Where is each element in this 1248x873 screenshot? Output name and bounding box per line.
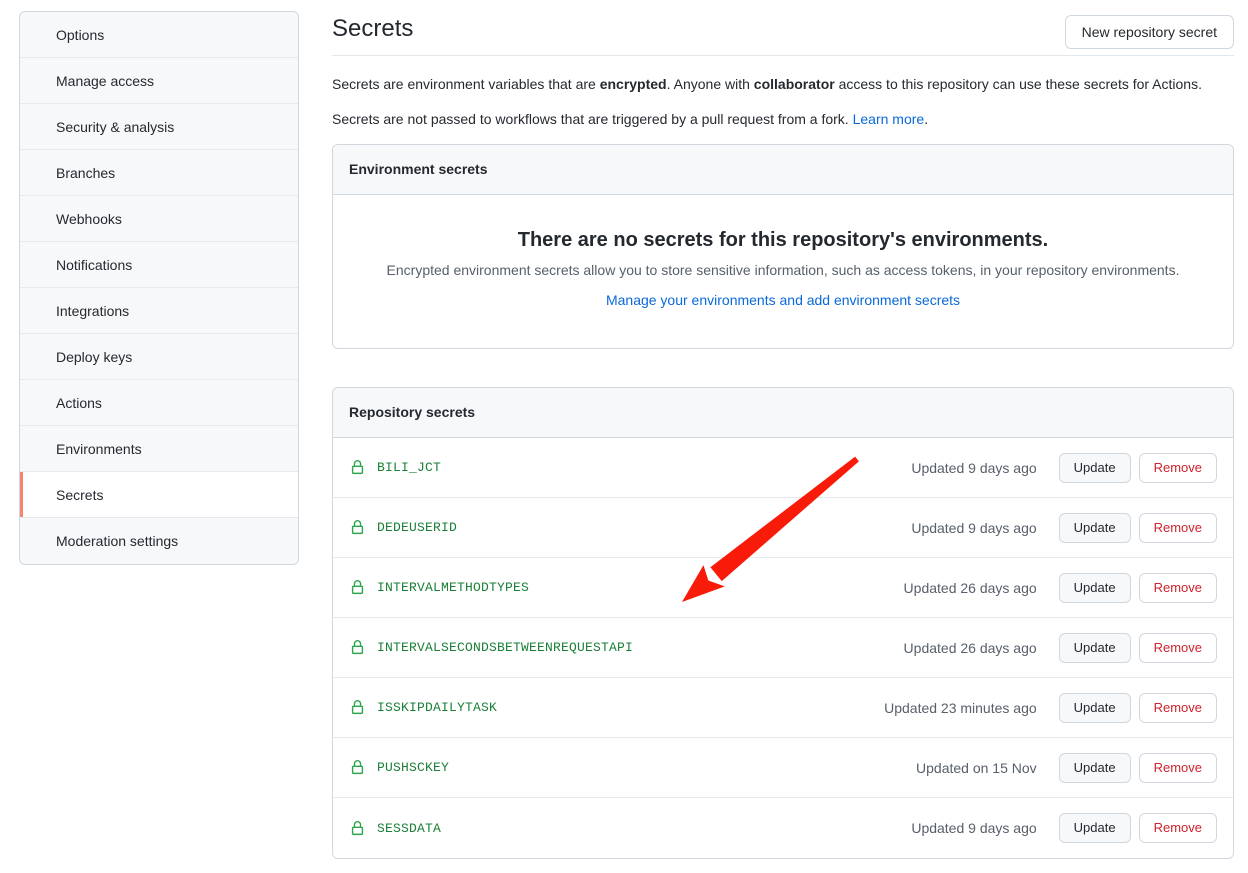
secret-row-actions: Update Remove <box>1059 693 1217 723</box>
sidebar-item-label: Webhooks <box>56 211 122 227</box>
environment-secrets-blankslate: There are no secrets for this repository… <box>333 195 1233 348</box>
repository-secrets-box: Repository secrets BILI_JCTUpdated 9 day… <box>332 387 1234 859</box>
desc-text-3: access to this repository can use these … <box>835 76 1202 92</box>
update-secret-button[interactable]: Update <box>1059 453 1131 483</box>
sidebar-item-moderation-settings[interactable]: Moderation settings <box>20 518 298 564</box>
secret-row: PUSHSCKEYUpdated on 15 Nov Update Remove <box>333 738 1233 798</box>
remove-secret-button[interactable]: Remove <box>1139 453 1217 483</box>
secret-row: ISSKIPDAILYTASKUpdated 23 minutes ago Upd… <box>333 678 1233 738</box>
lock-icon <box>349 580 365 596</box>
page-root: Options Manage access Security & analysis B… <box>0 0 1248 873</box>
update-secret-button[interactable]: Update <box>1059 813 1131 843</box>
sidebar-item-manage-access[interactable]: Manage access <box>20 58 298 104</box>
desc-bold-collaborator: collaborator <box>754 76 835 92</box>
secret-row: SESSDATAUpdated 9 days ago Update Remove <box>333 798 1233 858</box>
secret-row: DEDEUSERIDUpdated 9 days ago Update Remove <box>333 498 1233 558</box>
secret-updated-timestamp: Updated 26 days ago <box>904 580 1037 596</box>
secret-updated-timestamp: Updated 23 minutes ago <box>884 700 1037 716</box>
repository-secrets-list: BILI_JCTUpdated 9 days agoUpdateRemoveDE… <box>333 438 1233 858</box>
secret-row-actions: Update Remove <box>1059 513 1217 543</box>
lock-icon <box>349 820 365 836</box>
lock-icon <box>349 520 365 536</box>
secret-row: INTERVALMETHODTYPESUpdated 26 days ago Up… <box>333 558 1233 618</box>
secret-updated-timestamp: Updated 26 days ago <box>904 640 1037 656</box>
secret-row-actions: Update Remove <box>1059 753 1217 783</box>
sidebar-item-label: Manage access <box>56 73 154 89</box>
remove-secret-button[interactable]: Remove <box>1139 573 1217 603</box>
sidebar-item-label: Security & analysis <box>56 119 174 135</box>
sidebar-item-label: Branches <box>56 165 115 181</box>
remove-secret-button[interactable]: Remove <box>1139 633 1217 663</box>
lock-icon <box>349 700 365 716</box>
secrets-description-line-1: Secrets are environment variables that a… <box>332 74 1234 94</box>
repository-secrets-header: Repository secrets <box>333 388 1233 438</box>
desc-text-5: . <box>924 111 928 127</box>
environment-secrets-empty-subtitle: Encrypted environment secrets allow you … <box>349 262 1217 278</box>
desc-text-1: Secrets are environment variables that a… <box>332 76 600 92</box>
sidebar-item-label: Integrations <box>56 303 129 319</box>
secret-row-actions: Update Remove <box>1059 633 1217 663</box>
page-title: Secrets <box>332 17 413 41</box>
sidebar-item-branches[interactable]: Branches <box>20 150 298 196</box>
sidebar-item-label: Environments <box>56 441 142 457</box>
sidebar-item-options[interactable]: Options <box>20 12 298 58</box>
lock-icon <box>349 460 365 476</box>
sidebar-item-label: Secrets <box>56 487 103 503</box>
sidebar-item-label: Actions <box>56 395 102 411</box>
update-secret-button[interactable]: Update <box>1059 513 1131 543</box>
learn-more-link[interactable]: Learn more <box>853 111 925 127</box>
secret-row-actions: Update Remove <box>1059 573 1217 603</box>
secret-updated-timestamp: Updated on 15 Nov <box>916 760 1037 776</box>
remove-secret-button[interactable]: Remove <box>1139 693 1217 723</box>
sidebar-item-secrets[interactable]: Secrets <box>20 472 298 518</box>
main-content: Secrets New repository secret Secrets ar… <box>332 0 1234 859</box>
sidebar-item-label: Deploy keys <box>56 349 132 365</box>
secret-updated-timestamp: Updated 9 days ago <box>911 820 1036 836</box>
environment-secrets-empty-title: There are no secrets for this repository… <box>349 229 1217 252</box>
lock-icon <box>349 760 365 776</box>
remove-secret-button[interactable]: Remove <box>1139 513 1217 543</box>
lock-icon <box>349 640 365 656</box>
sidebar-item-actions[interactable]: Actions <box>20 380 298 426</box>
desc-text-2: . Anyone with <box>667 76 754 92</box>
environment-secrets-header: Environment secrets <box>333 145 1233 195</box>
manage-environments-link[interactable]: Manage your environments and add environ… <box>606 292 960 308</box>
update-secret-button[interactable]: Update <box>1059 693 1131 723</box>
secret-name-link[interactable]: BILI_JCT <box>377 460 911 475</box>
secret-row-actions: Update Remove <box>1059 813 1217 843</box>
sidebar-item-webhooks[interactable]: Webhooks <box>20 196 298 242</box>
sidebar-item-integrations[interactable]: Integrations <box>20 288 298 334</box>
sidebar-item-label: Moderation settings <box>56 533 178 549</box>
secret-name-link[interactable]: DEDEUSERID <box>377 520 911 535</box>
sidebar-item-label: Notifications <box>56 257 132 273</box>
secret-name-link[interactable]: PUSHSCKEY <box>377 760 916 775</box>
sidebar-item-environments[interactable]: Environments <box>20 426 298 472</box>
sidebar-item-deploy-keys[interactable]: Deploy keys <box>20 334 298 380</box>
secret-name-link[interactable]: INTERVALMETHODTYPES <box>377 580 904 595</box>
sidebar-item-label: Options <box>56 27 104 43</box>
update-secret-button[interactable]: Update <box>1059 633 1131 663</box>
environment-secrets-box: Environment secrets There are no secrets… <box>332 144 1234 349</box>
remove-secret-button[interactable]: Remove <box>1139 813 1217 843</box>
secret-name-link[interactable]: INTERVALSECONDSBETWEENREQUESTAPI <box>377 640 904 655</box>
secrets-description-line-2: Secrets are not passed to workflows that… <box>332 109 1234 129</box>
update-secret-button[interactable]: Update <box>1059 573 1131 603</box>
secret-name-link[interactable]: SESSDATA <box>377 821 911 836</box>
secret-name-link[interactable]: ISSKIPDAILYTASK <box>377 700 884 715</box>
new-repository-secret-button[interactable]: New repository secret <box>1065 15 1234 49</box>
desc-bold-encrypted: encrypted <box>600 76 667 92</box>
secret-row-actions: Update Remove <box>1059 453 1217 483</box>
page-header: Secrets New repository secret <box>332 0 1234 56</box>
secret-row: BILI_JCTUpdated 9 days ago Update Remove <box>333 438 1233 498</box>
secret-updated-timestamp: Updated 9 days ago <box>911 460 1036 476</box>
remove-secret-button[interactable]: Remove <box>1139 753 1217 783</box>
sidebar-item-notifications[interactable]: Notifications <box>20 242 298 288</box>
update-secret-button[interactable]: Update <box>1059 753 1131 783</box>
sidebar-item-security-analysis[interactable]: Security & analysis <box>20 104 298 150</box>
secret-updated-timestamp: Updated 9 days ago <box>911 520 1036 536</box>
desc-text-4: Secrets are not passed to workflows that… <box>332 111 853 127</box>
secret-row: INTERVALSECONDSBETWEENREQUESTAPIUpdated … <box>333 618 1233 678</box>
settings-sidebar: Options Manage access Security & analysis B… <box>19 11 299 565</box>
